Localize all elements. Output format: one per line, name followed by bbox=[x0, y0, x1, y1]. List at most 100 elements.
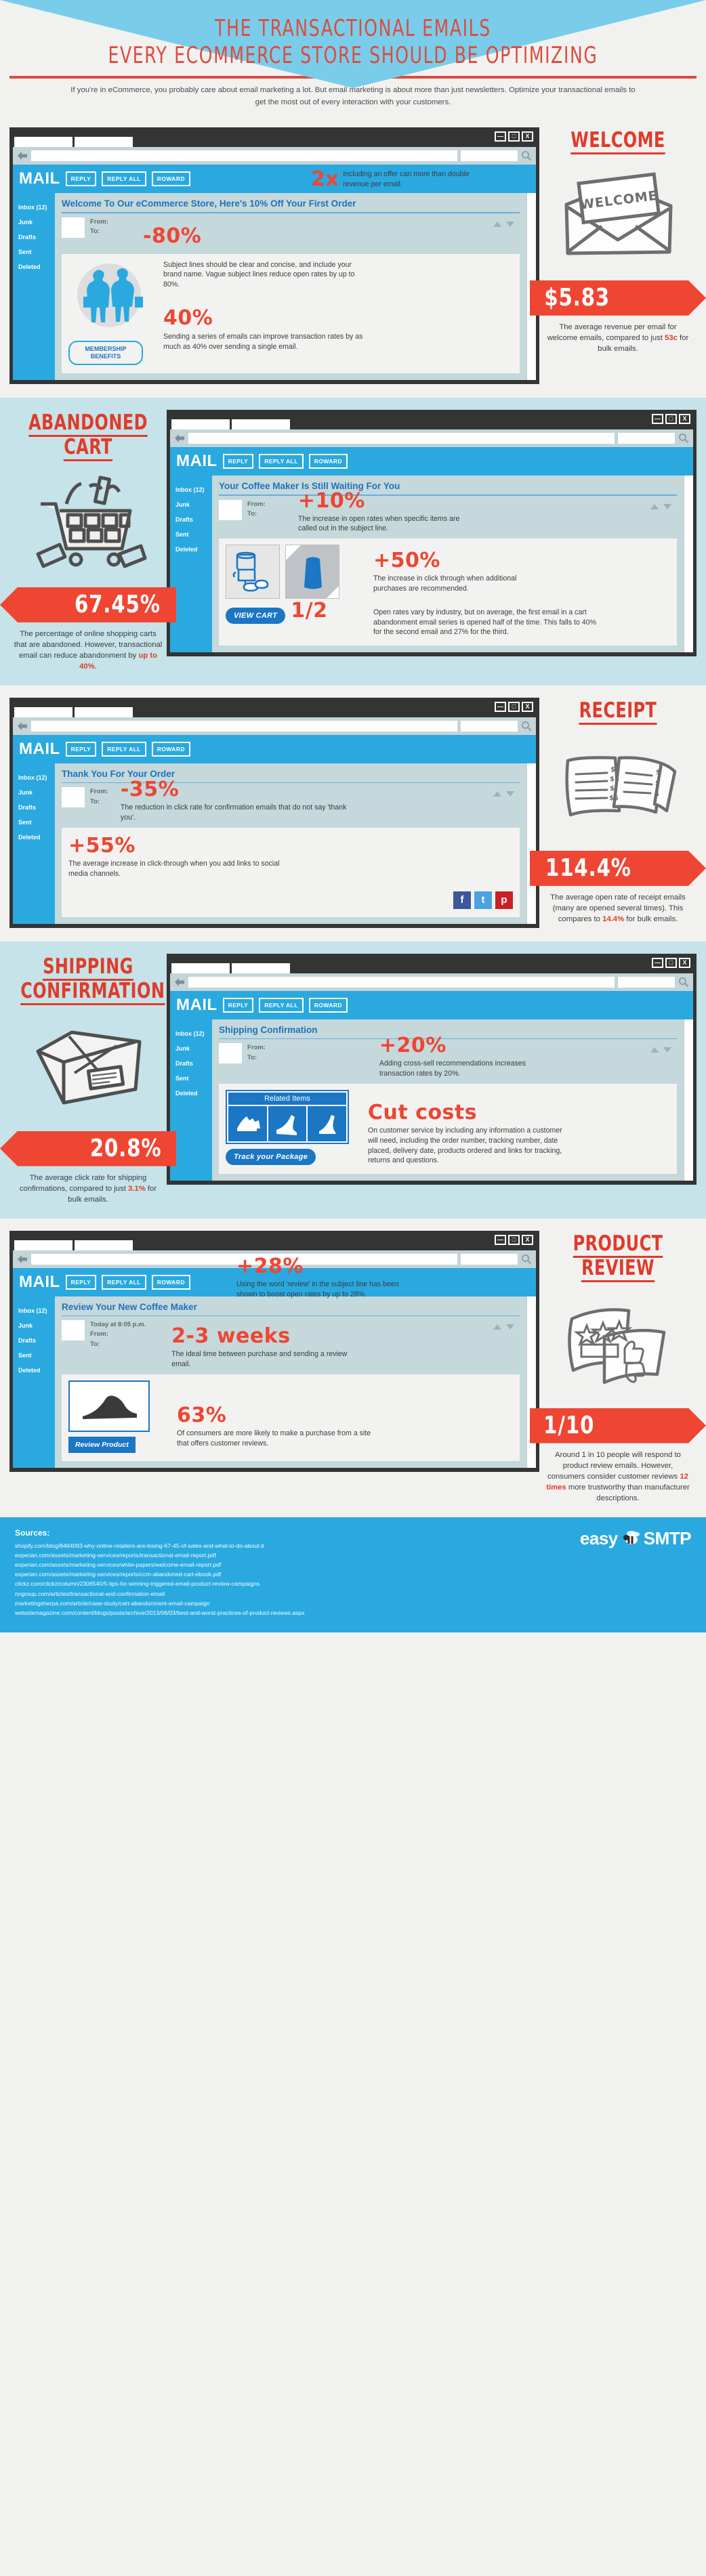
sort-down-icon[interactable] bbox=[663, 503, 671, 509]
address-input[interactable] bbox=[188, 976, 615, 988]
folder-junk[interactable]: Junk bbox=[175, 501, 212, 508]
product-thumbnail-coffee-maker[interactable] bbox=[226, 545, 280, 599]
forward-button[interactable]: ROWARD bbox=[308, 997, 348, 1013]
related-item-3[interactable] bbox=[308, 1105, 347, 1141]
folder-inbox[interactable]: Inbox (12) bbox=[18, 1307, 55, 1314]
folder-junk[interactable]: Junk bbox=[175, 1045, 212, 1052]
sort-up-icon[interactable] bbox=[493, 791, 501, 797]
folder-inbox[interactable]: Inbox (12) bbox=[18, 204, 55, 211]
folder-junk[interactable]: Junk bbox=[18, 1322, 55, 1329]
folder-junk[interactable]: Junk bbox=[18, 219, 55, 226]
search-input[interactable] bbox=[461, 720, 518, 732]
window-controls[interactable]: — □ X bbox=[495, 1234, 533, 1245]
related-item-1[interactable] bbox=[228, 1105, 267, 1141]
view-cart-button[interactable]: VIEW CART bbox=[226, 608, 286, 625]
sort-down-icon[interactable] bbox=[506, 1324, 514, 1330]
folder-deleted[interactable]: Deleted bbox=[18, 1367, 55, 1374]
folder-sent[interactable]: Sent bbox=[18, 1352, 55, 1359]
browser-tab-2[interactable] bbox=[75, 1240, 133, 1250]
close-button[interactable]: X bbox=[522, 1234, 533, 1245]
back-arrow-icon[interactable] bbox=[17, 721, 28, 731]
forward-button[interactable]: ROWARD bbox=[151, 171, 190, 186]
forward-button[interactable]: ROWARD bbox=[151, 1274, 190, 1290]
folder-deleted[interactable]: Deleted bbox=[18, 834, 55, 841]
forward-button[interactable]: ROWARD bbox=[308, 454, 348, 469]
sort-down-icon[interactable] bbox=[506, 221, 514, 227]
reply-all-button[interactable]: REPLY ALL bbox=[102, 1274, 146, 1290]
search-icon[interactable] bbox=[521, 150, 532, 161]
browser-tab-2[interactable] bbox=[232, 963, 290, 973]
maximize-button[interactable]: □ bbox=[665, 957, 677, 968]
mail-folder-list[interactable]: Inbox (12) Junk Drafts Sent Deleted bbox=[13, 193, 55, 380]
forward-button[interactable]: ROWARD bbox=[151, 741, 190, 757]
search-input[interactable] bbox=[461, 150, 518, 161]
mail-folder-list[interactable]: Inbox (12) Junk Drafts Sent Deleted bbox=[13, 1296, 55, 1468]
maximize-button[interactable]: □ bbox=[508, 1234, 520, 1245]
reply-all-button[interactable]: REPLY ALL bbox=[259, 997, 304, 1013]
browser-tab-2[interactable] bbox=[232, 419, 290, 429]
review-product-button[interactable]: Review Product bbox=[68, 1436, 136, 1453]
product-thumbnail-shoe[interactable] bbox=[68, 1380, 150, 1432]
folder-drafts[interactable]: Drafts bbox=[18, 234, 55, 240]
sort-up-icon[interactable] bbox=[650, 1047, 659, 1053]
close-button[interactable]: X bbox=[522, 131, 533, 142]
folder-deleted[interactable]: Deleted bbox=[175, 1090, 212, 1097]
sort-down-icon[interactable] bbox=[506, 791, 514, 797]
window-controls[interactable]: — □ X bbox=[495, 131, 533, 142]
folder-drafts[interactable]: Drafts bbox=[175, 1060, 212, 1067]
search-icon[interactable] bbox=[521, 721, 532, 732]
sort-up-icon[interactable] bbox=[493, 221, 501, 227]
reply-all-button[interactable]: REPLY ALL bbox=[102, 741, 146, 757]
folder-sent[interactable]: Sent bbox=[18, 819, 55, 826]
scrollbar[interactable] bbox=[684, 476, 693, 653]
sort-up-icon[interactable] bbox=[650, 503, 659, 509]
close-button[interactable]: X bbox=[679, 957, 690, 968]
maximize-button[interactable]: □ bbox=[508, 131, 520, 142]
maximize-button[interactable]: □ bbox=[665, 414, 677, 424]
reply-button[interactable]: REPLY bbox=[65, 741, 97, 757]
mail-folder-list[interactable]: Inbox (12) Junk Drafts Sent Deleted bbox=[13, 763, 55, 924]
address-input[interactable] bbox=[31, 150, 457, 161]
search-icon[interactable] bbox=[521, 1254, 532, 1265]
folder-sent[interactable]: Sent bbox=[175, 531, 212, 538]
pinterest-icon[interactable]: p bbox=[495, 891, 513, 909]
back-arrow-icon[interactable] bbox=[17, 151, 28, 161]
minimize-button[interactable]: — bbox=[495, 701, 506, 712]
folder-deleted[interactable]: Deleted bbox=[175, 546, 212, 553]
folder-junk[interactable]: Junk bbox=[18, 789, 55, 796]
folder-drafts[interactable]: Drafts bbox=[18, 804, 55, 811]
back-arrow-icon[interactable] bbox=[174, 977, 185, 987]
folder-sent[interactable]: Sent bbox=[175, 1075, 212, 1082]
search-icon[interactable] bbox=[678, 977, 689, 988]
scrollbar[interactable] bbox=[684, 1019, 693, 1181]
window-controls[interactable]: — □ X bbox=[652, 957, 690, 968]
reply-button[interactable]: REPLY bbox=[222, 454, 254, 469]
back-arrow-icon[interactable] bbox=[174, 434, 185, 443]
close-button[interactable]: X bbox=[522, 701, 533, 712]
folder-inbox[interactable]: Inbox (12) bbox=[175, 1030, 212, 1037]
minimize-button[interactable]: — bbox=[652, 957, 663, 968]
mail-folder-list[interactable]: Inbox (12) Junk Drafts Sent Deleted bbox=[170, 476, 212, 653]
minimize-button[interactable]: — bbox=[495, 131, 506, 142]
browser-tabs[interactable] bbox=[14, 137, 133, 147]
folder-inbox[interactable]: Inbox (12) bbox=[18, 774, 55, 781]
window-controls[interactable]: — □ X bbox=[495, 701, 533, 712]
twitter-icon[interactable]: t bbox=[474, 891, 492, 909]
browser-tab-2[interactable] bbox=[75, 706, 133, 717]
facebook-icon[interactable]: f bbox=[453, 891, 471, 909]
search-input[interactable] bbox=[618, 433, 675, 444]
browser-tab-1[interactable] bbox=[14, 1240, 72, 1250]
folder-sent[interactable]: Sent bbox=[18, 249, 55, 255]
browser-tab-1[interactable] bbox=[171, 419, 230, 429]
mail-folder-list[interactable]: Inbox (12) Junk Drafts Sent Deleted bbox=[170, 1019, 212, 1181]
sort-arrows[interactable] bbox=[493, 221, 514, 227]
reply-all-button[interactable]: REPLY ALL bbox=[102, 171, 146, 186]
social-links[interactable]: f t p bbox=[68, 891, 513, 909]
minimize-button[interactable]: — bbox=[652, 414, 663, 424]
folder-deleted[interactable]: Deleted bbox=[18, 263, 55, 270]
easysmtp-logo[interactable]: easy SMTP bbox=[580, 1528, 692, 1549]
related-item-2[interactable] bbox=[268, 1105, 307, 1141]
browser-tab-1[interactable] bbox=[171, 963, 230, 973]
folder-drafts[interactable]: Drafts bbox=[175, 516, 212, 523]
product-thumbnail-coffee-bag[interactable] bbox=[285, 545, 339, 599]
